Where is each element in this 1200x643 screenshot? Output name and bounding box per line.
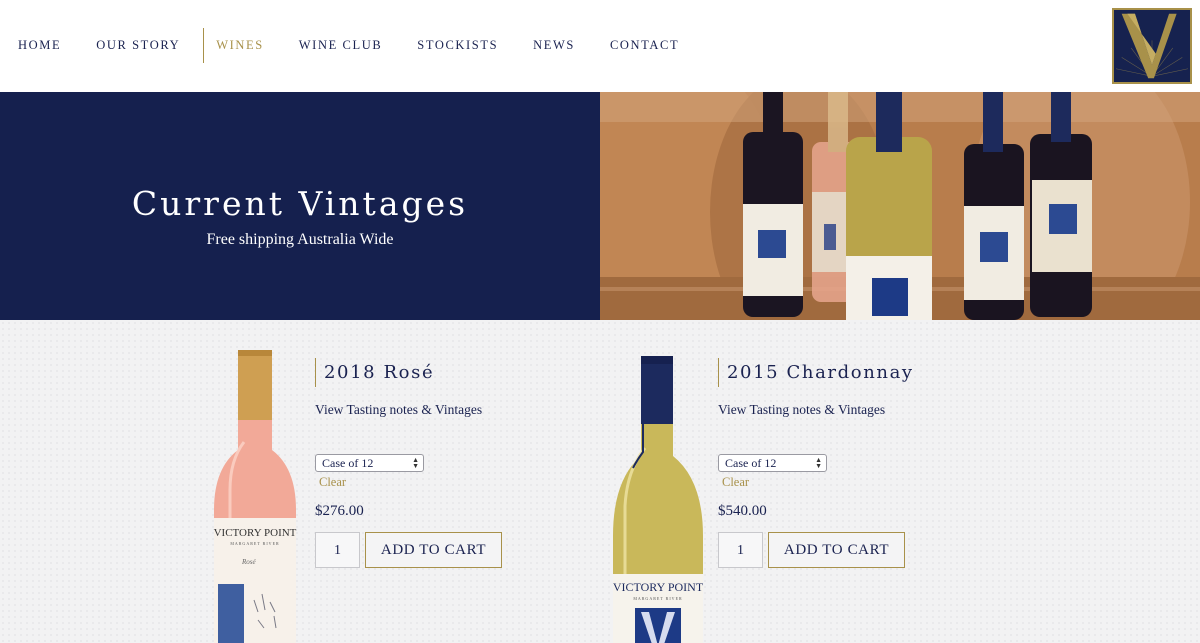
product-title: 2015 Chardonnay: [718, 358, 1018, 387]
case-size-select[interactable]: Case of 12 ▲ ▼: [718, 454, 827, 472]
product-card: VICTORY POINT MARGARET RIVER Rosé 2018 R…: [200, 320, 620, 643]
main-nav: HOME OUR STORY WINES WINE CLUB STOCKISTS…: [18, 28, 714, 63]
nav-our-story[interactable]: OUR STORY: [96, 28, 180, 63]
bottle-region-label: MARGARET RIVER: [230, 541, 279, 546]
product-image[interactable]: VICTORY POINT MARGARET RIVER: [603, 356, 713, 643]
product-info: 2015 Chardonnay View Tasting notes & Vin…: [718, 358, 1018, 568]
select-arrows-icon: ▲ ▼: [412, 456, 419, 470]
cart-row: 1 ADD TO CART: [315, 532, 615, 568]
logo-v-icon: [1115, 13, 1189, 79]
cart-row: 1 ADD TO CART: [718, 532, 1018, 568]
product-title: 2018 Rosé: [315, 358, 615, 387]
case-size-value: Case of 12: [725, 455, 777, 470]
product-price: $276.00: [315, 503, 364, 519]
add-to-cart-button[interactable]: ADD TO CART: [365, 532, 502, 568]
page-title: Current Vintages: [131, 184, 469, 223]
tasting-notes-link[interactable]: View Tasting notes & Vintages: [315, 402, 615, 418]
nav-news[interactable]: NEWS: [533, 28, 575, 63]
quantity-input[interactable]: 1: [315, 532, 360, 568]
select-arrows-icon: ▲ ▼: [815, 456, 822, 470]
product-card: VICTORY POINT MARGARET RIVER 2015 Chardo…: [603, 320, 1023, 643]
nav-home[interactable]: HOME: [18, 28, 61, 63]
nav-stockists[interactable]: STOCKISTS: [417, 28, 498, 63]
bottle-region-label: MARGARET RIVER: [633, 596, 682, 601]
product-price: $540.00: [718, 503, 767, 519]
case-size-value: Case of 12: [322, 455, 374, 470]
victory-point-logo-icon[interactable]: [1112, 8, 1192, 84]
hero-wine-photo: [600, 92, 1200, 320]
product-info: 2018 Rosé View Tasting notes & Vintages …: [315, 358, 615, 568]
case-size-select[interactable]: Case of 12 ▲ ▼: [315, 454, 424, 472]
tasting-notes-link[interactable]: View Tasting notes & Vintages: [718, 402, 1018, 418]
clear-selection-link[interactable]: Clear: [722, 475, 1018, 490]
quantity-input[interactable]: 1: [718, 532, 763, 568]
nav-wine-club[interactable]: WINE CLUB: [299, 28, 383, 63]
product-image[interactable]: VICTORY POINT MARGARET RIVER Rosé: [200, 350, 310, 643]
nav-wines[interactable]: WINES: [203, 28, 264, 63]
add-to-cart-button[interactable]: ADD TO CART: [768, 532, 905, 568]
nav-contact[interactable]: CONTACT: [610, 28, 679, 63]
bottle-brand-label: VICTORY POINT: [214, 527, 297, 539]
clear-selection-link[interactable]: Clear: [319, 475, 615, 490]
bottle-variety-label: Rosé: [241, 558, 257, 566]
bottle-brand-label: VICTORY POINT: [613, 580, 704, 594]
site-header: HOME OUR STORY WINES WINE CLUB STOCKISTS…: [0, 0, 1200, 92]
product-grid: VICTORY POINT MARGARET RIVER Rosé 2018 R…: [0, 320, 1200, 643]
hero-subtitle: Free shipping Australia Wide: [206, 231, 394, 248]
